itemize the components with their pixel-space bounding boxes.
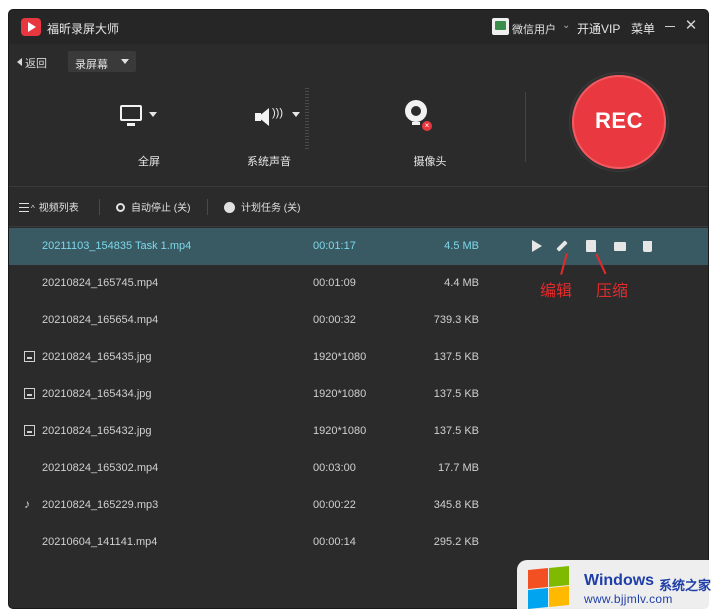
screen-source-label: 全屏 bbox=[138, 156, 160, 168]
file-name: 20210824_165229.mp3 bbox=[42, 499, 159, 511]
file-resolution: 1920*1080 bbox=[313, 388, 367, 400]
file-size: 345.8 KB bbox=[433, 499, 479, 511]
webcam-icon bbox=[405, 100, 427, 125]
video-list-label: 视频列表 bbox=[38, 203, 79, 214]
chevron-down-icon[interactable]: ⌄ bbox=[562, 20, 570, 31]
image-file-icon bbox=[24, 351, 35, 362]
volume-grip[interactable] bbox=[305, 88, 309, 150]
image-file-icon bbox=[24, 388, 35, 399]
folder-icon[interactable] bbox=[613, 239, 627, 253]
schedule-button[interactable]: 计划任务 (关) bbox=[224, 199, 300, 214]
divider bbox=[99, 199, 100, 215]
file-size: 4.4 MB bbox=[444, 277, 479, 289]
file-row[interactable]: ♪ 20210824_165229.mp3 00:00:22 345.8 KB bbox=[9, 487, 708, 524]
speaker-icon bbox=[255, 108, 269, 126]
vip-button[interactable]: 开通VIP bbox=[577, 20, 620, 37]
file-row[interactable]: 20210824_165654.mp4 00:00:32 739.3 KB bbox=[9, 302, 708, 339]
divider bbox=[207, 199, 208, 215]
windows-logo-icon bbox=[525, 565, 571, 610]
auto-stop-button[interactable]: 自动停止 (关) bbox=[116, 199, 190, 214]
watermark-url: www.bjjmlv.com bbox=[584, 592, 673, 606]
mode-select-value: 录屏幕 bbox=[75, 59, 108, 71]
sound-waves-icon: ))) bbox=[272, 107, 283, 119]
edit-icon[interactable] bbox=[557, 239, 571, 253]
file-size: 137.5 KB bbox=[433, 388, 479, 400]
row-actions bbox=[530, 239, 660, 253]
file-row[interactable]: 20210824_165302.mp4 00:03:00 17.7 MB bbox=[9, 450, 708, 487]
alarm-clock-icon bbox=[116, 203, 125, 212]
auto-stop-label: 自动停止 (关) bbox=[131, 203, 191, 214]
user-avatar[interactable] bbox=[492, 18, 509, 35]
back-button[interactable]: 返回 bbox=[17, 55, 47, 71]
video-list-toggle[interactable]: ^ 视频列表 bbox=[19, 199, 79, 214]
list-icon bbox=[19, 203, 29, 212]
file-size: 739.3 KB bbox=[433, 314, 479, 326]
file-size: 4.5 MB bbox=[444, 240, 479, 252]
audio-source[interactable]: ))) 系统声音 bbox=[219, 90, 319, 170]
file-name: 20210604_141141.mp4 bbox=[42, 536, 158, 548]
file-row[interactable]: 20211103_154835 Task 1.mp4 00:01:17 4.5 … bbox=[9, 228, 708, 265]
app-logo-icon bbox=[21, 18, 41, 36]
compress-icon[interactable] bbox=[584, 239, 598, 253]
file-name: 20211103_154835 Task 1.mp4 bbox=[42, 240, 192, 252]
list-toolbar: ^ 视频列表 自动停止 (关) 计划任务 (关) bbox=[9, 186, 708, 227]
rec-button-label: REC bbox=[595, 108, 643, 133]
file-duration: 00:00:22 bbox=[313, 499, 356, 511]
watermark-brand: Windows bbox=[584, 572, 655, 589]
dropdown-arrow-icon[interactable] bbox=[292, 112, 300, 117]
file-row[interactable]: 20210824_165432.jpg 1920*1080 137.5 KB bbox=[9, 413, 708, 450]
monitor-icon bbox=[120, 105, 142, 126]
minimize-button[interactable] bbox=[665, 26, 675, 27]
schedule-label: 计划任务 (关) bbox=[241, 203, 301, 214]
dropdown-arrow-icon bbox=[121, 59, 129, 64]
file-size: 295.2 KB bbox=[433, 536, 479, 548]
annotation-edit: 编辑 bbox=[540, 283, 573, 300]
image-file-icon bbox=[24, 425, 35, 436]
camera-source[interactable]: × 摄像头 bbox=[380, 90, 480, 170]
file-resolution: 1920*1080 bbox=[313, 351, 367, 363]
menu-button[interactable]: 菜单 bbox=[631, 20, 655, 37]
file-row[interactable]: 20210824_165435.jpg 1920*1080 137.5 KB bbox=[9, 339, 708, 376]
file-name: 20210824_165435.jpg bbox=[42, 351, 152, 363]
rec-button[interactable]: REC bbox=[572, 75, 666, 169]
close-button[interactable]: ✕ bbox=[684, 18, 698, 34]
dropdown-arrow-icon[interactable] bbox=[149, 112, 157, 117]
file-size: 17.7 MB bbox=[438, 462, 479, 474]
user-name[interactable]: 微信用户 bbox=[512, 21, 556, 37]
camera-source-label: 摄像头 bbox=[413, 156, 447, 168]
file-duration: 00:01:09 bbox=[313, 277, 356, 289]
divider bbox=[525, 92, 526, 162]
file-name: 20210824_165434.jpg bbox=[42, 388, 152, 400]
annotation-compress: 压缩 bbox=[596, 283, 629, 300]
disabled-badge-icon: × bbox=[422, 121, 432, 131]
music-note-icon: ♪ bbox=[24, 497, 30, 511]
file-name: 20210824_165302.mp4 bbox=[42, 462, 159, 474]
back-label: 返回 bbox=[25, 58, 47, 70]
file-name: 20210824_165745.mp4 bbox=[42, 277, 159, 289]
file-size: 137.5 KB bbox=[433, 425, 479, 437]
title-bar: 福昕录屏大师 微信用户 ⌄ 开通VIP 菜单 ✕ bbox=[9, 10, 708, 44]
schedule-icon bbox=[224, 202, 235, 213]
app-window: 福昕录屏大师 微信用户 ⌄ 开通VIP 菜单 ✕ 返回 录屏幕 全屏 ))) 系… bbox=[9, 10, 708, 608]
play-icon[interactable] bbox=[530, 239, 544, 253]
file-duration: 00:01:17 bbox=[313, 240, 356, 252]
trash-icon[interactable] bbox=[641, 239, 655, 253]
file-resolution: 1920*1080 bbox=[313, 425, 367, 437]
audio-source-label: 系统声音 bbox=[247, 156, 291, 168]
back-arrow-icon bbox=[17, 58, 22, 66]
app-title: 福昕录屏大师 bbox=[47, 22, 120, 36]
mode-select[interactable]: 录屏幕 bbox=[68, 51, 136, 72]
file-duration: 00:00:32 bbox=[313, 314, 356, 326]
chevron-up-icon: ^ bbox=[31, 204, 35, 213]
file-duration: 00:03:00 bbox=[313, 462, 356, 474]
file-name: 20210824_165432.jpg bbox=[42, 425, 152, 437]
file-size: 137.5 KB bbox=[433, 351, 479, 363]
file-row[interactable]: 20210824_165434.jpg 1920*1080 137.5 KB bbox=[9, 376, 708, 413]
file-row[interactable]: 20210604_141141.mp4 00:00:14 295.2 KB bbox=[9, 524, 708, 561]
screen-source[interactable]: 全屏 bbox=[99, 90, 199, 170]
file-duration: 00:00:14 bbox=[313, 536, 356, 548]
file-name: 20210824_165654.mp4 bbox=[42, 314, 159, 326]
